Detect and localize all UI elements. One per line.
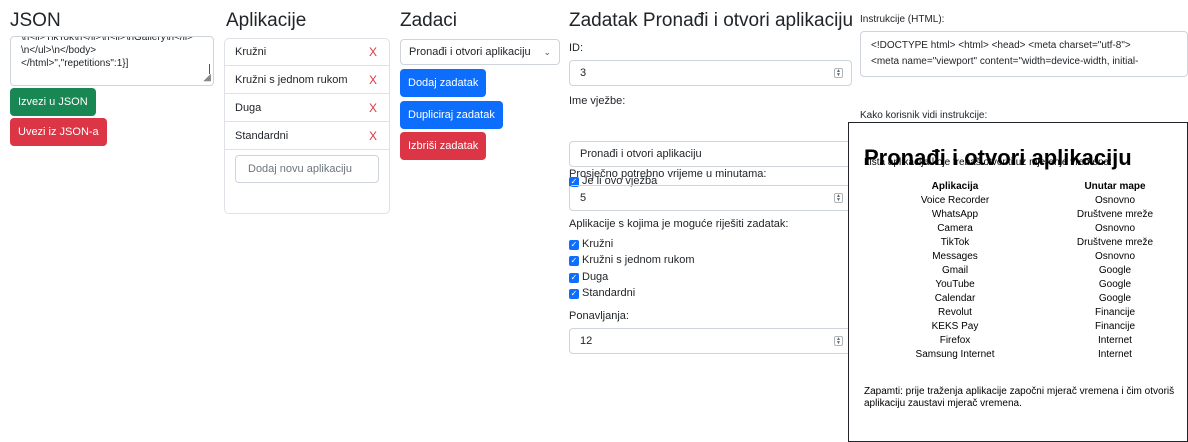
table-cell: Osnovno — [1094, 223, 1136, 234]
table-cell: Financije — [1094, 321, 1136, 332]
table-cell: Google — [1098, 265, 1132, 276]
spinner-icon[interactable]: ▲ ▼ — [834, 68, 843, 78]
repetitions-value: 12 — [580, 335, 593, 347]
table-cell: Google — [1098, 279, 1132, 290]
remove-app-button[interactable]: X — [369, 123, 377, 150]
app-checkbox[interactable]: ✓ — [569, 289, 579, 299]
table-cell: KEKS Pay — [931, 321, 979, 332]
table-cell: Društvene mreže — [1076, 209, 1154, 220]
table-cell: Firefox — [939, 335, 971, 346]
name-value: Pronađi i otvori aplikaciju — [580, 148, 702, 160]
app-item: Standardni X — [225, 123, 389, 150]
apps-label: Aplikacije s kojima je moguće riješiti z… — [569, 218, 789, 230]
apps-title: Aplikacije — [226, 10, 307, 31]
table-cell: Voice Recorder — [920, 195, 990, 206]
new-app-input[interactable]: Dodaj novu aplikaciju — [235, 155, 379, 183]
app-list: Kružni X Kružni s jednom rukom X Duga X … — [224, 38, 390, 214]
app-checkbox[interactable]: ✓ — [569, 240, 579, 250]
spinner-icon[interactable]: ▲ ▼ — [834, 193, 843, 203]
app-name: Kružni s jednom rukom — [235, 74, 348, 86]
app-item: Kružni s jednom rukom X — [225, 67, 389, 94]
app-checkbox-label: Duga — [582, 271, 609, 283]
table-header: Aplikacija — [931, 181, 979, 192]
table-cell: Camera — [937, 223, 973, 234]
repetitions-label: Ponavljanja: — [569, 310, 629, 322]
duplicate-task-button[interactable]: Dupliciraj zadatak — [400, 101, 503, 129]
instructions-label: Instrukcije (HTML): — [860, 14, 945, 25]
name-input[interactable]: Pronađi i otvori aplikaciju — [569, 141, 852, 167]
remove-app-button[interactable]: X — [369, 39, 377, 66]
task-select[interactable]: Pronađi i otvori aplikaciju ⌄ — [400, 39, 560, 65]
table-cell: Messages — [932, 251, 978, 262]
json-title: JSON — [10, 10, 61, 31]
app-name: Kružni — [235, 46, 267, 58]
app-name: Duga — [235, 102, 262, 114]
table-cell: TikTok — [940, 237, 970, 248]
delete-task-button[interactable]: Izbriši zadatak — [400, 132, 487, 160]
table-cell: Gmail — [941, 265, 969, 276]
instructions-preview: Pronađi i otvori aplikaciju Lista aplika… — [848, 122, 1188, 442]
remove-app-button[interactable]: X — [369, 95, 377, 122]
table-cell: Osnovno — [1094, 195, 1136, 206]
json-textarea[interactable]: \n<li>TikTok\n</li>\n<li>\nGallery\n</li… — [10, 36, 214, 86]
task-select-value: Pronađi i otvori aplikaciju — [409, 46, 531, 58]
avg-time-value: 5 — [580, 192, 587, 204]
resize-handle-icon[interactable]: ◢ — [203, 71, 211, 84]
table-cell: Društvene mreže — [1076, 237, 1154, 248]
json-line: \n</ul>\n</body> — [21, 45, 97, 56]
app-checkbox[interactable]: ✓ — [569, 273, 579, 283]
table-cell: YouTube — [935, 279, 975, 290]
id-label: ID: — [569, 42, 584, 54]
table-header: Unutar mape — [1084, 181, 1146, 192]
table-cell: Google — [1098, 293, 1132, 304]
add-task-button[interactable]: Dodaj zadatak — [400, 69, 487, 97]
table-cell: Financije — [1094, 307, 1136, 318]
code-line: <!DOCTYPE html> <html> <head> <meta char… — [871, 40, 1131, 51]
id-value: 3 — [580, 67, 587, 79]
table-cell: Revolut — [938, 307, 972, 318]
id-input[interactable]: 3 ▲ ▼ — [569, 60, 852, 86]
app-item: Duga X — [225, 95, 389, 122]
chevron-down-icon: ⌄ — [543, 47, 551, 57]
app-item: Kružni X — [225, 39, 389, 66]
preview-intro: Lista aplikacija koje trebaš otvoriti uz… — [864, 157, 1112, 168]
repetitions-input[interactable]: 12 ▲ ▼ — [569, 328, 852, 354]
table-cell: WhatsApp — [931, 209, 979, 220]
export-json-button[interactable]: Izvezi u JSON — [10, 88, 96, 116]
instructions-html-input[interactable]: <!DOCTYPE html> <html> <head> <meta char… — [860, 31, 1188, 77]
app-checkbox-label: Kružni — [582, 238, 614, 250]
avg-time-input[interactable]: 5 ▲ ▼ — [569, 185, 852, 211]
preview-label: Kako korisnik vidi instrukcije: — [860, 110, 988, 121]
json-line: </html>","repetitions":1}] — [21, 58, 129, 69]
remove-app-button[interactable]: X — [369, 67, 377, 94]
import-json-button[interactable]: Uvezi iz JSON-a — [10, 118, 107, 146]
app-name: Standardni — [235, 130, 289, 142]
tasks-title: Zadaci — [400, 10, 458, 31]
json-line: \n<li>TikTok\n</li>\n<li>\nGallery\n</li… — [21, 36, 193, 43]
table-cell: Samsung Internet — [915, 349, 995, 360]
spinner-icon[interactable]: ▲ ▼ — [834, 336, 843, 346]
preview-note: Zapamti: prije traženja aplikacije započ… — [864, 386, 1175, 409]
app-checkbox-label: Kružni s jednom rukom — [582, 254, 695, 266]
code-line: <meta name="viewport" content="width=dev… — [871, 56, 1139, 67]
task-form-title: Zadatak Pronađi i otvori aplikaciju — [569, 10, 854, 31]
app-checkbox[interactable]: ✓ — [569, 256, 579, 266]
table-cell: Osnovno — [1094, 251, 1136, 262]
avg-time-label: Prosječno potrebno vrijeme u minutama: — [569, 168, 767, 180]
table-cell: Internet — [1098, 335, 1132, 346]
table-cell: Calendar — [934, 293, 976, 304]
table-cell: Internet — [1098, 349, 1132, 360]
name-label: Ime vježbe: — [569, 95, 626, 107]
app-checkbox-label: Standardni — [582, 287, 636, 299]
